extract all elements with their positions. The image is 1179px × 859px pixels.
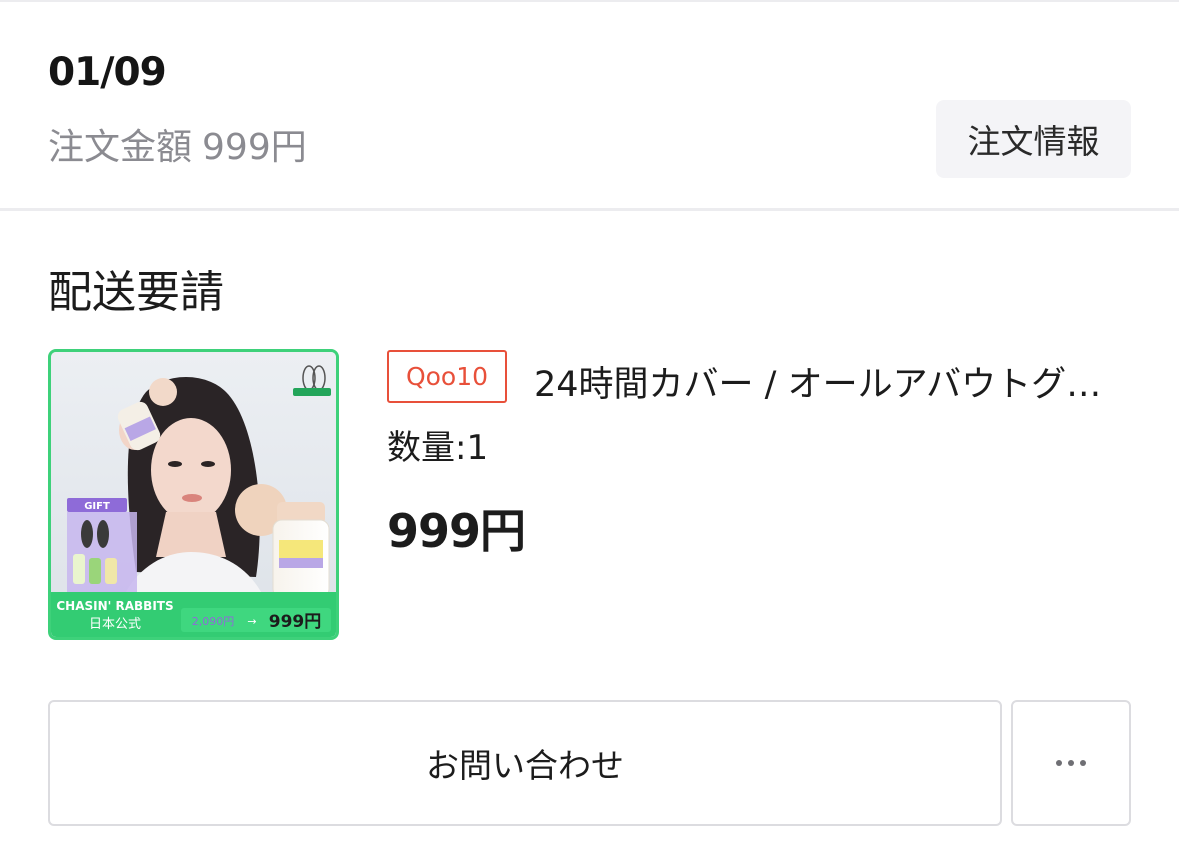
product-quantity: 数量:1 xyxy=(387,428,489,468)
section-divider xyxy=(0,208,1179,211)
product-name[interactable]: 24時間カバー / オールアバウトグロウ… xyxy=(534,356,1134,407)
shipment-status-title: 配送要請 xyxy=(48,267,224,318)
product-thumbnail-image: GIFT CHASIN' RABBITS 日本公式 2,090円 → 999円 xyxy=(51,352,336,637)
order-amount-value: 999円 xyxy=(202,127,307,168)
thumbnail-gift-label: GIFT xyxy=(84,501,110,512)
order-amount-label: 注文金額 xyxy=(48,127,193,168)
order-amount: 注文金額 999円 xyxy=(48,118,307,170)
order-info-button[interactable]: 注文情報 xyxy=(936,100,1131,178)
more-options-button[interactable] xyxy=(1011,700,1131,826)
order-date: 01/09 xyxy=(48,50,167,95)
ellipsis-icon xyxy=(1056,760,1086,766)
thumbnail-arrow: → xyxy=(247,615,256,628)
product-thumbnail[interactable]: GIFT CHASIN' RABBITS 日本公式 2,090円 → 999円 xyxy=(48,349,339,640)
shop-badge: Qoo10 xyxy=(387,350,507,403)
product-price: 999円 xyxy=(387,504,526,558)
order-header: 01/09 注文金額 999円 注文情報 xyxy=(0,2,1179,208)
thumbnail-sale-price: 999円 xyxy=(269,612,322,632)
thumbnail-original-price: 2,090円 xyxy=(192,615,235,628)
thumbnail-brand-sub: 日本公式 xyxy=(89,617,141,632)
contact-button[interactable]: お問い合わせ xyxy=(48,700,1002,826)
thumbnail-brand: CHASIN' RABBITS xyxy=(56,599,173,613)
